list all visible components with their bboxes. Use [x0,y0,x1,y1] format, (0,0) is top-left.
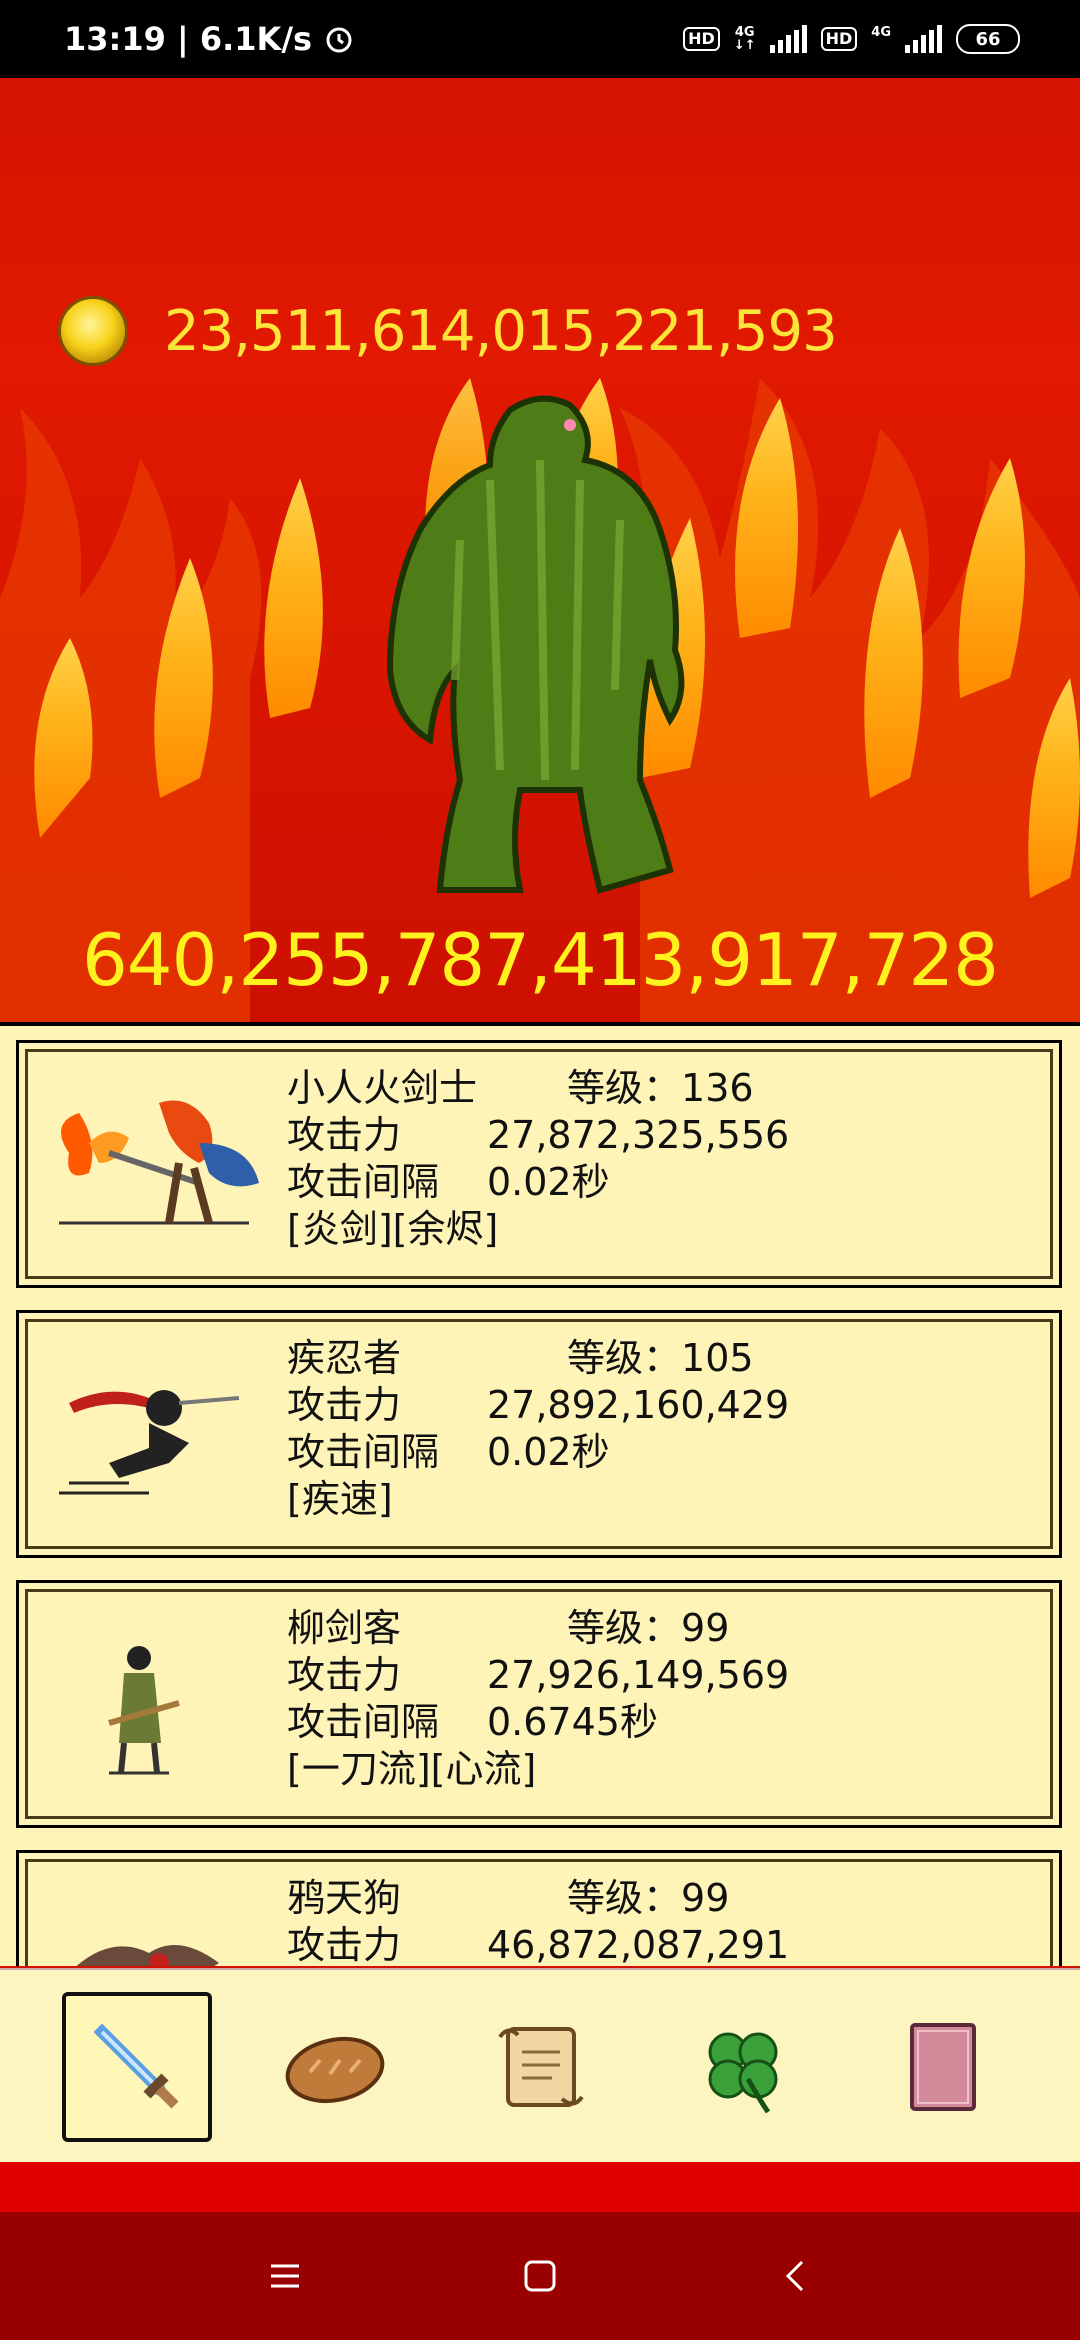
interval-label: 攻击间隔 [287,1160,440,1204]
footer-strip [0,2162,1080,2212]
sword-icon [93,2023,179,2109]
character-name: 疾忍者 [287,1336,402,1380]
skills: [炎剑][余烬] [287,1207,499,1251]
enemy-hp: 640,255,787,413,917,728 [82,918,999,1002]
character-name: 柳剑客 [287,1606,402,1650]
interval-label: 攻击间隔 [287,1700,440,1744]
interval-label: 攻击间隔 [287,1430,440,1474]
status-bar: 13:19 | 6.1K/s HD 4G ↓↑ HD 4G 66 [0,0,1080,78]
character-card[interactable]: 小人火剑士 等级： 136 攻击力 27,872,325,556 攻击间隔 0.02秒 … [16,1040,1062,1288]
menu-icon [271,2264,299,2288]
ninja-icon [59,1390,240,1495]
tab-scroll[interactable] [465,1992,615,2142]
attack-value: 46,872,087,291 [487,1923,790,1966]
skills: [疾速] [287,1477,393,1521]
bread-icon [285,2037,385,2103]
tab-food[interactable] [260,1992,410,2142]
attack-label: 攻击力 [287,1923,402,1966]
gold-coin-icon [58,296,128,366]
character-card[interactable]: 疾忍者 等级： 105 攻击力 27,892,160,429 攻击间隔 0.02秒 [疾… [16,1310,1062,1558]
book-icon [910,2023,976,2111]
home-button[interactable] [520,2256,560,2296]
back-button[interactable] [775,2256,815,2296]
battle-area[interactable]: 23,511,614,015,221,593 640,255,787,413,9… [0,78,1080,1023]
signal-icon [769,25,807,53]
attack-value: 27,926,149,569 [487,1653,790,1697]
level-label: 等级： [567,1336,682,1380]
character-info: 鸦天狗 等级： 99 攻击力 46,872,087,291 [287,1875,789,1966]
battery-icon: 66 [956,24,1020,54]
signal-icon-2 [905,25,942,53]
level-label: 等级： [567,1876,682,1920]
scroll-icon [498,2027,584,2107]
network-type-2: 4G [871,25,891,40]
level-label: 等级： [567,1066,682,1110]
home-icon [524,2260,556,2292]
skills: [一刀流][心流] [287,1747,537,1791]
menu-button[interactable] [265,2256,305,2296]
tab-bar [0,1968,1080,2164]
attack-label: 攻击力 [287,1383,402,1427]
network-type: 4G ↓↑ [733,25,756,53]
clover-icon [708,2032,778,2114]
tab-characters[interactable] [62,1992,212,2142]
gold-display: 23,511,614,015,221,593 [58,296,838,366]
attack-label: 攻击力 [287,1113,402,1157]
status-time: 13:19 | 6.1K/s [64,20,313,58]
gold-amount: 23,511,614,015,221,593 [164,298,838,364]
attack-value: 27,892,160,429 [487,1383,790,1427]
tab-luck[interactable] [668,1992,818,2142]
attack-label: 攻击力 [287,1653,402,1697]
character-name: 小人火剑士 [287,1066,478,1110]
hd-icon-2: HD [820,27,858,51]
fire-swordsman-icon [59,1100,259,1225]
character-info: 柳剑客 等级： 99 攻击力 27,926,149,569 攻击间隔 0.6745秒 [… [287,1605,789,1793]
level-value: 136 [681,1066,754,1110]
level-label: 等级： [567,1606,682,1650]
swamp-monster-icon[interactable] [370,390,710,895]
character-info: 小人火剑士 等级： 136 攻击力 27,872,325,556 攻击间隔 0.02秒 … [287,1065,789,1253]
willow-swordsman-icon [108,1646,180,1775]
crow-tengu-icon [76,1945,219,1966]
hd-icon: HD [683,27,720,51]
interval-value: 0.02秒 [487,1430,610,1474]
interval-value: 0.02秒 [487,1160,610,1204]
character-name: 鸦天狗 [287,1876,402,1920]
character-card[interactable]: 鸦天狗 等级： 99 攻击力 46,872,087,291 [16,1850,1062,1966]
system-navigation-bar [0,2212,1080,2340]
tab-book[interactable] [868,1992,1018,2142]
interval-value: 0.6745秒 [487,1700,658,1744]
character-info: 疾忍者 等级： 105 攻击力 27,892,160,429 攻击间隔 0.02秒 [疾… [287,1335,789,1523]
character-card[interactable]: 柳剑客 等级： 99 攻击力 27,926,149,569 攻击间隔 0.6745秒 [… [16,1580,1062,1828]
alarm-icon [326,27,352,53]
attack-value: 27,872,325,556 [487,1113,790,1157]
level-value: 105 [681,1336,754,1380]
level-value: 99 [681,1876,730,1920]
character-list[interactable]: 小人火剑士 等级： 136 攻击力 27,872,325,556 攻击间隔 0.02秒 … [0,1022,1080,1966]
back-icon [785,2260,804,2292]
level-value: 99 [681,1606,730,1650]
